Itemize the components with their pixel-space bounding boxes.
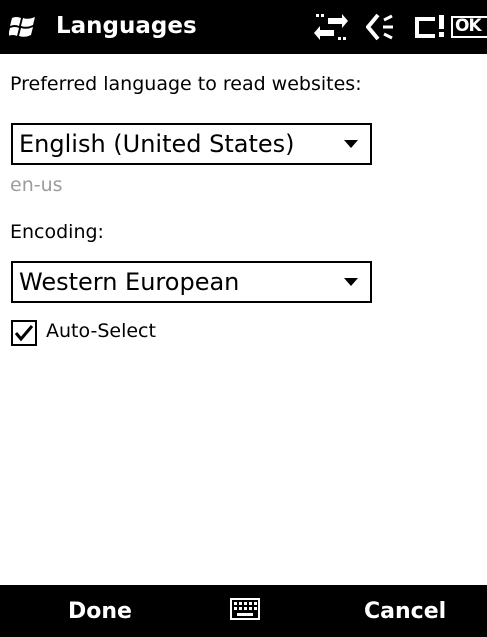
language-label: Preferred language to read websites: — [10, 73, 362, 95]
auto-select-label[interactable]: Auto-Select — [46, 319, 156, 343]
ok-button-label: OK — [455, 16, 482, 36]
keyboard-icon[interactable] — [230, 598, 260, 620]
encoding-selected-value: Western European — [19, 268, 240, 296]
volume-icon[interactable] — [366, 12, 396, 42]
title-bar: Languages OK — [0, 0, 487, 54]
ok-button[interactable]: OK — [451, 11, 487, 41]
chevron-down-icon — [344, 140, 358, 148]
softkey-bar: Done Cancel — [0, 585, 487, 637]
language-code: en-us — [10, 174, 63, 196]
windows-logo-icon — [9, 17, 35, 37]
encoding-dropdown[interactable]: Western European — [11, 261, 372, 303]
page-title: Languages — [56, 13, 197, 39]
encoding-label: Encoding: — [10, 221, 104, 243]
cancel-button[interactable]: Cancel — [364, 598, 446, 626]
battery-icon[interactable] — [413, 12, 445, 42]
checkmark-icon — [14, 325, 34, 342]
done-button[interactable]: Done — [68, 598, 132, 626]
connectivity-icon[interactable] — [314, 12, 348, 42]
chevron-down-icon — [344, 278, 358, 286]
language-selected-value: English (United States) — [19, 130, 295, 158]
auto-select-checkbox[interactable] — [11, 320, 37, 346]
language-dropdown[interactable]: English (United States) — [11, 123, 372, 165]
